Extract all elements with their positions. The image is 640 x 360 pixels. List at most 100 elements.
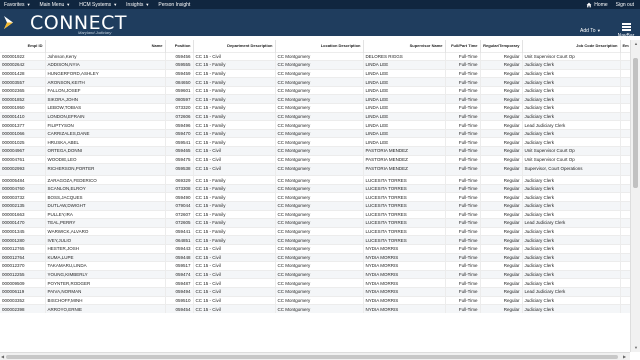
table-cell: Judiciary Clerk [522,103,621,113]
table-row[interactable]: 000003557 ARONSON,KEITH 084650 CC 15 - Fami… [0,77,630,87]
table-cell-empty [620,269,630,279]
table-row[interactable]: 000001377 FILIPTYSON 059496 CC 15 - Family C… [0,120,630,130]
scroll-down-icon[interactable]: ▼ [634,345,638,350]
table-cell: WARWICK,ALVARO [45,226,166,236]
column-header[interactable]: Regular/Temporary [480,40,523,52]
table-cell: CC 15 - Civil [193,51,276,61]
scroll-left-icon[interactable]: ◀ [1,354,4,359]
horizontal-scrollbar[interactable]: ◀ ▶ [0,352,630,360]
table-row[interactable]: 000002642 ADDISON,NYIA 059555 CC 15 - Famil… [0,60,630,70]
table-cell: 072607 [165,209,194,219]
table-cell: CC Montgomery [275,192,364,202]
table-cell: 059470 [165,128,194,138]
table-cell: CC Montgomery [275,103,364,113]
table-cell: 000006119 [0,286,46,297]
table-row[interactable]: 000012370 TAKAMARU,LINDA 059517 CC 15 - Civ… [0,261,630,271]
column-header[interactable]: Supervisor Name [363,40,446,52]
table-row[interactable]: 000001470 TEAL,PERRY 072605 CC 15 - Family C… [0,218,630,228]
table-cell-empty [620,243,630,254]
table-cell: Full-Time [445,235,481,245]
table-cell: 000002993 [0,163,46,176]
table-cell-empty [620,120,630,130]
table-cell: 059517 [165,261,194,271]
table-row[interactable]: 000001852 SIKORA,JOHN 080597 CC 15 - Family… [0,94,630,104]
table-row[interactable]: 000001066 CARRIZALES,DANE 059470 CC 15 - Fa… [0,128,630,138]
vertical-scrollbar[interactable]: ▲ ▼ [630,40,640,352]
table-row[interactable]: 000002993 RICHERSON,PORTER 059538 CC 15 - C… [0,163,630,176]
table-row[interactable]: 000004761 WOODIE,LEO 059475 CC 15 - Civil CC… [0,154,630,164]
menu-favorites[interactable]: Favorites ▼ [0,0,36,9]
horizontal-scroll-thumb[interactable] [6,355,618,359]
menu-label: Main Menu [39,1,65,8]
table-row[interactable]: 000002135 DUTLAW,DWIGHT 079044 CC 15 - Fami… [0,201,630,211]
table-cell: 084650 [165,77,194,87]
breadcrumb-insights[interactable]: Insights ▼ [122,0,154,9]
table-row[interactable]: 000003352 BISCHOFF,MINH 059510 CC 15 - Civi… [0,295,630,305]
table-cell: Judiciary Clerk [522,85,621,95]
home-link[interactable]: Home [586,2,615,8]
table-cell: 000002398 [0,304,46,314]
table-cell: LUCESITA TORRES [363,209,446,219]
app-header: CONNECT Maryland Judiciary Add To ▼ NavB… [0,9,640,39]
caret-down-icon: ▼ [596,28,601,33]
table-row[interactable]: 000001025 HRUSKA,ABEL 059541 CC 15 - Family… [0,137,630,147]
column-header[interactable]: Name [45,40,166,52]
table-row[interactable]: 000001950 LEBOW,TOBIAS 073320 CC 15 - Famil… [0,103,630,113]
table-cell: Regular [480,94,523,104]
table-row[interactable]: 000012255 YOUNG,KIMBERLY 059474 CC 15 - Civ… [0,269,630,279]
table-row[interactable]: 000001428 HUNGERFORD,ASHLEY 059459 CC 15 - … [0,68,630,78]
table-cell: 059601 [165,85,194,95]
table-row[interactable]: 000009509 POYNTER,RODGER 059487 CC 15 - Civ… [0,278,630,288]
scroll-up-icon[interactable]: ▲ [634,41,638,46]
table-cell: CC Montgomery [275,243,364,254]
scroll-right-icon[interactable]: ▶ [623,354,626,359]
table-cell: CC Montgomery [275,154,364,164]
table-cell-empty [620,103,630,113]
column-header[interactable]: Department Description [193,40,276,52]
table-cell: Judiciary Clerk [522,137,621,147]
column-header[interactable]: Position [165,40,194,52]
table-row[interactable]: 000001663 PULLEY,IRA 072607 CC 15 - Family C… [0,209,630,219]
sign-out-link[interactable]: Sign out [616,2,640,8]
table-row[interactable]: 000001922 Johnson,Kerry 059456 CC 15 - Civi… [0,51,630,61]
table-cell: Regular [480,85,523,95]
table-cell-empty [620,163,630,176]
table-cell: CC Montgomery [275,295,364,305]
table-row[interactable]: 000002365 FALLON,JOSEF 059601 CC 15 - Famil… [0,85,630,95]
table-cell: Judiciary Clerk [522,252,621,262]
table-cell: CC 15 - Family [193,209,276,219]
table-cell: Full-Time [445,304,481,314]
table-cell: CC 15 - Family [193,218,276,228]
table-cell: 000001852 [0,94,46,104]
table-row[interactable]: 000001280 IVEY,JULIO 064851 CC 15 - Family C… [0,235,630,245]
column-header[interactable]: Em Class [620,40,630,52]
table-cell: Full-Time [445,286,481,297]
table-cell: Judiciary Clerk [522,77,621,87]
table-row[interactable]: 000004967 ORTEGA,DONNI 059465 CC 15 - Civil… [0,146,630,156]
table-row[interactable]: 000002398 ARROYO,ERNIE 059454 CC 15 - Civil… [0,304,630,314]
table-cell: Full-Time [445,120,481,130]
menu-main-menu[interactable]: Main Menu ▼ [36,0,76,9]
column-header[interactable]: Job Code Description [522,40,621,52]
table-row[interactable]: 000012764 KUMA,LUPE 059448 CC 15 - Civil CC … [0,252,630,262]
vertical-scroll-thumb[interactable] [633,58,638,188]
table-cell: BISCHOFF,MINH [45,295,166,305]
column-header[interactable]: Location Description [275,40,364,52]
table-cell-empty [620,235,630,245]
table-row[interactable]: 000006119 PAIVA,NORMAN 059494 CC 15 - Civil… [0,286,630,297]
table-cell: Judiciary Clerk [522,235,621,245]
table-row[interactable]: 000005484 ZARAGOZA,FEDERICO 069329 CC 15 - … [0,175,630,185]
column-header[interactable]: Full/Part Time [445,40,481,52]
add-to-button[interactable]: Add To ▼ [580,28,601,34]
table-cell: Regular [480,209,523,219]
column-header[interactable]: Empl ID [0,40,46,52]
table-row[interactable]: 000001345 WARWICK,ALVARO 059441 CC 15 - Fam… [0,226,630,236]
table-row[interactable]: 000001410 LONDON,EFRAIN 072606 CC 15 - Fami… [0,111,630,121]
table-row[interactable]: 000004760 SCANLON,ELROY 073308 CC 15 - Fami… [0,183,630,193]
breadcrumb-hcm-systems[interactable]: HCM Systems ▼ [75,0,122,9]
table-row[interactable]: 000003732 BOSS,JACQUES 059490 CC 15 - Famil… [0,192,630,202]
table-cell: 059490 [165,192,194,202]
table-row[interactable]: 000012765 HESTER,JOSH 059443 CC 15 - Civil C… [0,243,630,254]
breadcrumb-person-insight[interactable]: Person Insight [154,0,195,9]
table-cell-empty [620,261,630,271]
